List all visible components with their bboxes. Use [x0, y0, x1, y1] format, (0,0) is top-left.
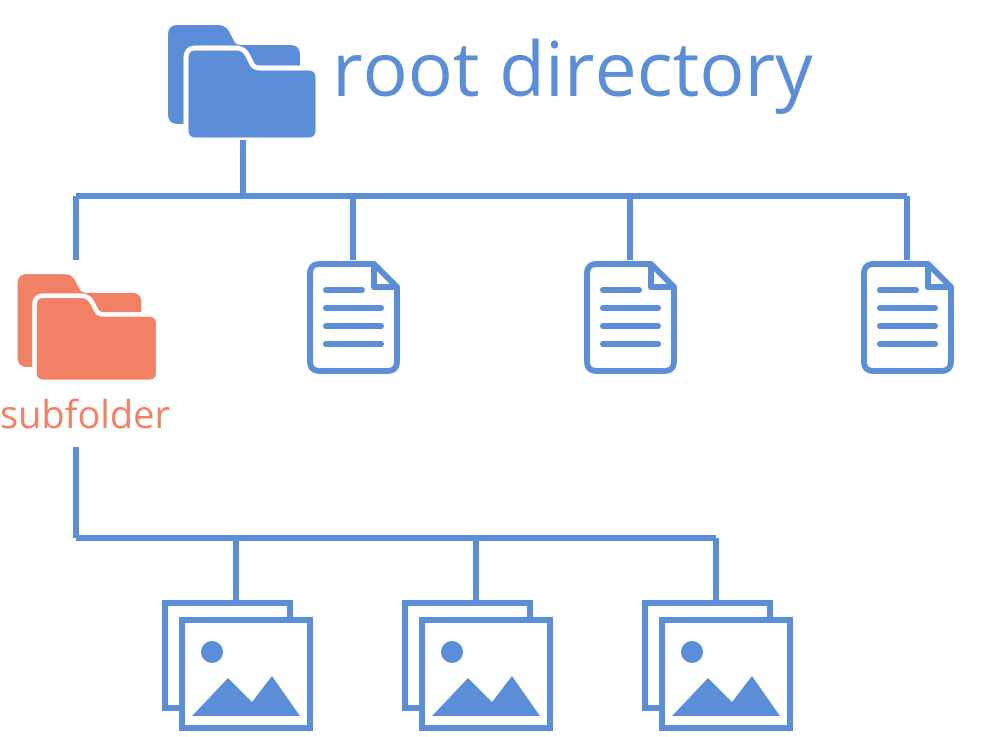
image-icon	[400, 598, 555, 733]
subfolder	[12, 260, 162, 387]
document-icon	[860, 260, 955, 375]
folder-icon	[12, 260, 162, 382]
document-node-1	[306, 260, 401, 380]
subfolder-label: subfolder	[0, 388, 170, 440]
image-node-2	[400, 598, 555, 737]
document-node-3	[860, 260, 955, 380]
image-icon	[160, 598, 315, 733]
root-folder	[162, 10, 322, 145]
image-node-1	[160, 598, 315, 737]
document-icon	[306, 260, 401, 375]
image-icon	[640, 598, 795, 733]
image-node-3	[640, 598, 795, 737]
root-folder-label: root directory	[332, 16, 813, 118]
folder-icon	[162, 10, 322, 140]
document-icon	[583, 260, 678, 375]
document-node-2	[583, 260, 678, 380]
